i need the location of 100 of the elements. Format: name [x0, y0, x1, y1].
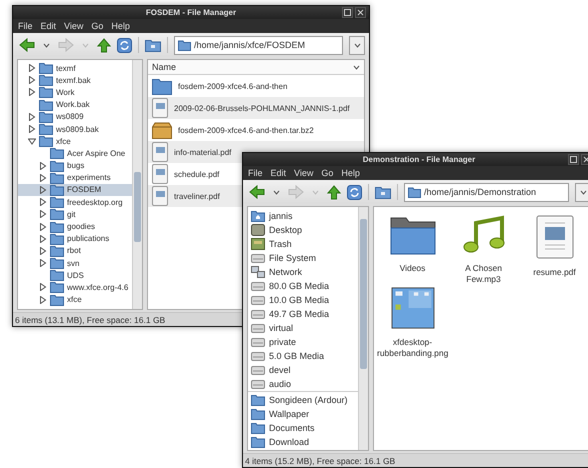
- file-name[interactable]: traveliner.pdf: [174, 192, 220, 200]
- drive-icon: [251, 280, 265, 292]
- tree-item[interactable]: goodies: [18, 220, 132, 233]
- sidebar-item[interactable]: Download: [251, 435, 355, 449]
- column-header[interactable]: Name: [148, 60, 364, 75]
- file-name[interactable]: resume.pdf: [519, 267, 588, 278]
- sidebar-item[interactable]: 10.0 GB Media: [251, 293, 355, 307]
- dropdown-button[interactable]: [575, 182, 588, 202]
- desktop-icon: [251, 224, 265, 236]
- collapse-arrow-icon[interactable]: [28, 138, 36, 145]
- folder-icon: [39, 123, 53, 136]
- tree-item[interactable]: Work.bak: [18, 98, 132, 111]
- status-text: 4 items (15.2 MB), Free space: 16.1 GB: [245, 456, 396, 466]
- menu-item[interactable]: Help: [341, 168, 360, 178]
- folder-icon: [50, 257, 64, 270]
- menu-item[interactable]: Help: [111, 21, 130, 31]
- folder-icon: [50, 147, 64, 160]
- folder-icon: [251, 394, 265, 406]
- music-note-icon[interactable]: [462, 215, 506, 255]
- folder-icon: [39, 86, 53, 98]
- folder-icon: [50, 220, 64, 233]
- tree-item[interactable]: texmf.bak: [18, 74, 132, 86]
- file-name[interactable]: schedule.pdf: [174, 170, 220, 178]
- menu-item[interactable]: Edit: [270, 168, 286, 178]
- path-field[interactable]: /home/jannis/Demonstration: [404, 182, 569, 202]
- folder-icon: [50, 208, 64, 220]
- folder-icon[interactable]: [375, 186, 391, 198]
- sidebar-item[interactable]: 5.0 GB Media: [251, 349, 355, 363]
- maximize-button[interactable]: [568, 154, 579, 165]
- menu-item[interactable]: Go: [91, 21, 104, 31]
- menu-item[interactable]: View: [294, 168, 314, 178]
- sidebar-item[interactable]: 80.0 GB Media: [251, 279, 355, 293]
- sidebar-item[interactable]: 49.7 GB Media: [251, 307, 355, 321]
- tree-item[interactable]: ws0809.bak: [18, 122, 132, 136]
- sidebar-item[interactable]: jannis: [251, 209, 355, 223]
- sidebar-item[interactable]: virtual: [251, 321, 355, 335]
- folder-icon: [39, 74, 53, 86]
- tree-item[interactable]: UDS: [18, 269, 132, 282]
- tree-item[interactable]: xfce: [18, 294, 132, 306]
- drive-icon: [251, 252, 265, 264]
- file-name[interactable]: Videos: [377, 263, 448, 274]
- tree-item[interactable]: publications: [18, 232, 132, 245]
- tree-item[interactable]: git: [18, 208, 132, 220]
- tree-item[interactable]: ws0809: [18, 110, 132, 123]
- tree-item[interactable]: bugs: [18, 160, 132, 172]
- document-icon[interactable]: [536, 215, 574, 259]
- up-arrow-icon[interactable]: [97, 38, 111, 52]
- tree-item[interactable]: rbot: [18, 244, 132, 257]
- folder-icon[interactable]: [145, 38, 161, 52]
- tree-item[interactable]: experiments: [18, 172, 132, 184]
- sidebar-item[interactable]: Wallpaper: [251, 407, 355, 421]
- menu-item[interactable]: View: [64, 21, 84, 31]
- back-arrow-icon[interactable]: [19, 38, 35, 52]
- reload-icon[interactable]: [117, 38, 132, 52]
- caret-icon[interactable]: [43, 42, 50, 48]
- close-button[interactable]: [355, 7, 366, 18]
- folder-icon: [251, 422, 265, 434]
- path-field[interactable]: /home/jannis/xfce/FOSDEM: [174, 36, 343, 54]
- caret-icon: [354, 42, 360, 48]
- tree-item[interactable]: Work: [18, 86, 132, 99]
- up-arrow-icon[interactable]: [327, 184, 341, 200]
- tree-item[interactable]: FOSDEM: [18, 184, 132, 196]
- sidebar-item[interactable]: devel: [251, 363, 355, 377]
- tree-item[interactable]: Acer Aspire One: [18, 147, 132, 160]
- back-arrow-icon[interactable]: [249, 185, 265, 199]
- sidebar-item[interactable]: Desktop: [251, 223, 355, 237]
- tree-item[interactable]: xfce: [18, 135, 132, 148]
- menu-item[interactable]: File: [248, 168, 263, 178]
- scrollbar-thumb[interactable]: [134, 172, 141, 242]
- sidebar-item[interactable]: Trash: [251, 237, 355, 251]
- folder-icon: [39, 110, 53, 123]
- maximize-button[interactable]: [342, 7, 353, 18]
- folder-icon: [50, 294, 64, 306]
- sidebar-item[interactable]: File System: [251, 251, 355, 265]
- folder-icon: [39, 135, 53, 148]
- sidebar-item[interactable]: private: [251, 335, 355, 349]
- tree-item[interactable]: www.xfce.org-4.6: [18, 281, 132, 294]
- folder-icon: [50, 160, 64, 172]
- file-name[interactable]: info-material.pdf: [174, 148, 232, 156]
- sidebar-item[interactable]: Documents: [251, 421, 355, 435]
- file-name[interactable]: A Chosen Few.mp3: [448, 263, 519, 285]
- file-name[interactable]: fosdem-2009-xfce4.6-and-then: [178, 82, 288, 90]
- scrollbar-thumb[interactable]: [360, 219, 367, 369]
- tree-item[interactable]: svn: [18, 257, 132, 270]
- caret-icon[interactable]: [273, 190, 280, 194]
- sidebar-item[interactable]: Songideen (Ardour): [251, 393, 355, 407]
- menu-item[interactable]: File: [18, 21, 33, 31]
- tree-item[interactable]: texmf: [18, 62, 132, 74]
- menu-item[interactable]: Edit: [40, 21, 56, 31]
- folder-icon: [178, 40, 191, 50]
- caret-icon[interactable]: [353, 64, 360, 70]
- sidebar-item[interactable]: Network: [251, 265, 355, 279]
- menu-item[interactable]: Go: [321, 168, 334, 178]
- tree-item[interactable]: freedesktop.org: [18, 196, 132, 208]
- file-name[interactable]: fosdem-2009-xfce4.6-and-then.tar.bz2: [178, 126, 314, 134]
- dropdown-button[interactable]: [349, 36, 365, 54]
- sidebar-item[interactable]: audio: [251, 377, 355, 391]
- file-name[interactable]: xfdesktop-rubberbanding.png: [377, 337, 448, 359]
- reload-icon[interactable]: [347, 184, 362, 200]
- folder-icon[interactable]: [390, 215, 436, 255]
